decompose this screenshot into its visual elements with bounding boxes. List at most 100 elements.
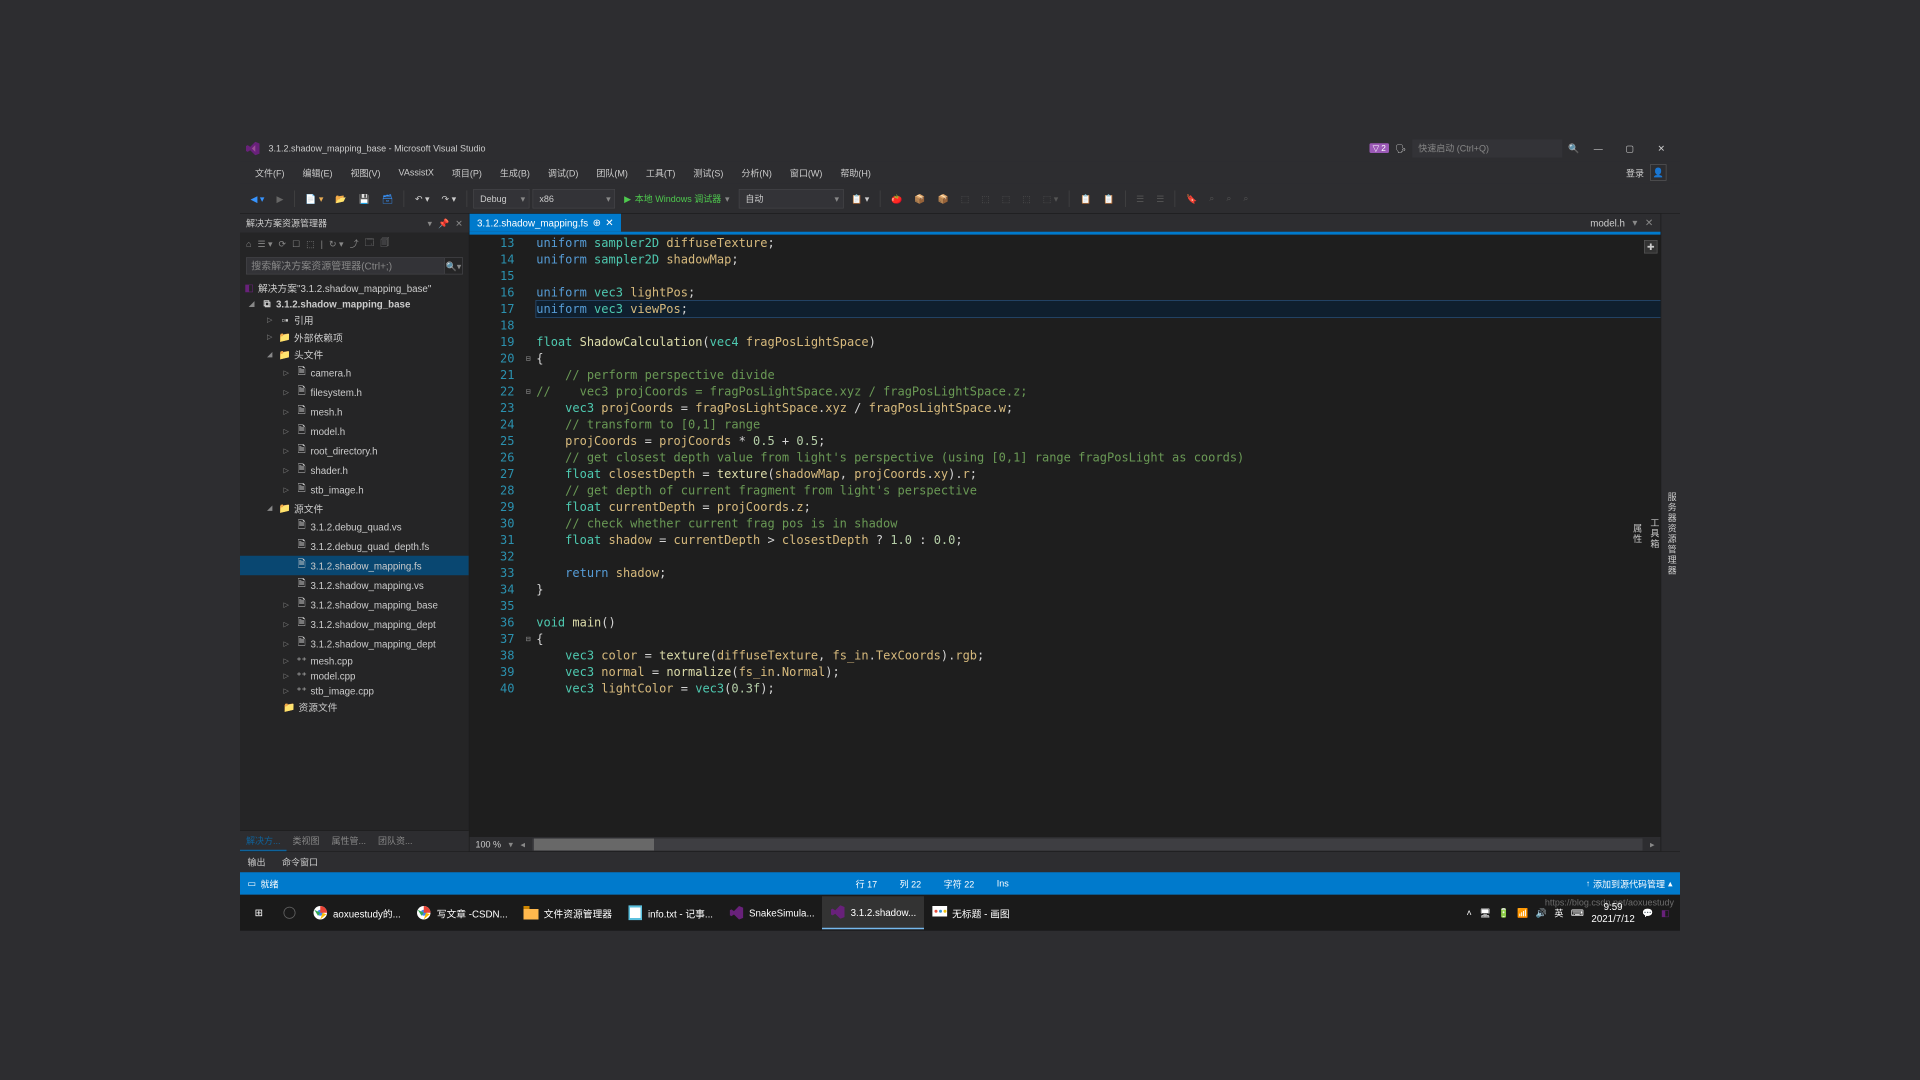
menu-edit[interactable]: 编辑(E) xyxy=(293,163,341,182)
tb-icon-12[interactable]: ☰ xyxy=(1152,190,1169,207)
solution-search-go[interactable]: 🔍▾ xyxy=(445,257,463,274)
nav-context[interactable]: model.h xyxy=(1590,217,1625,228)
headers-node[interactable]: ◢📁头文件 xyxy=(240,346,469,363)
solution-root[interactable]: ◧解决方案"3.1.2.shadow_mapping_base" xyxy=(240,279,469,296)
run-debugger-button[interactable]: ▶本地 Windows 调试器▾ xyxy=(618,191,735,207)
tray-battery-icon[interactable]: 🔋 xyxy=(1498,908,1509,919)
tree-file[interactable]: ▷🗎3.1.2.shadow_mapping_base xyxy=(240,595,469,615)
search-icon[interactable]: 🔍 xyxy=(1568,143,1579,154)
ext-node[interactable]: ▷📁外部依赖项 xyxy=(240,329,469,346)
tree-file[interactable]: ▷🗎stb_image.h xyxy=(240,480,469,500)
menu-test[interactable]: 测试(S) xyxy=(684,163,732,182)
panel-close-icon[interactable]: ✕ xyxy=(455,218,463,229)
side-tab-class[interactable]: 类视图 xyxy=(287,831,326,851)
taskbar-app[interactable]: 文件资源管理器 xyxy=(515,896,619,929)
tb-icon-15[interactable]: ⌕ xyxy=(1239,190,1253,207)
tree-file[interactable]: 🗎3.1.2.shadow_mapping.fs xyxy=(240,556,469,576)
close-button[interactable]: ✕ xyxy=(1649,138,1675,158)
vtab-server[interactable]: 服务器资源管理器 xyxy=(1664,486,1680,582)
tb-icon-5[interactable]: ⬚ xyxy=(977,190,995,207)
user-avatar-icon[interactable]: 👤 xyxy=(1650,164,1667,181)
menu-analyze[interactable]: 分析(N) xyxy=(732,163,781,182)
tray-ime[interactable]: 英 xyxy=(1554,906,1563,919)
maximize-button[interactable]: ▢ xyxy=(1617,138,1643,158)
tree-file[interactable]: ▷🗎root_directory.h xyxy=(240,441,469,461)
tray-keyboard-icon[interactable]: ⌨ xyxy=(1571,908,1584,919)
notification-badge[interactable]: ▽ 2 xyxy=(1370,143,1389,153)
se-home-icon[interactable]: ⌂ xyxy=(246,238,251,249)
sources-node[interactable]: ◢📁源文件 xyxy=(240,500,469,517)
taskbar-app[interactable]: 3.1.2.shadow... xyxy=(822,896,924,929)
tb-icon-9[interactable]: 📋 xyxy=(1076,190,1096,207)
se-icon-8[interactable]: 🗐 xyxy=(380,236,389,252)
tree-file[interactable]: ▷🗎shader.h xyxy=(240,461,469,481)
undo-button[interactable]: ↶ ▾ xyxy=(410,190,434,207)
tree-file[interactable]: ▷🗎model.h xyxy=(240,422,469,442)
feedback-icon[interactable]: 🗣 xyxy=(1395,143,1406,154)
menu-debug[interactable]: 调试(D) xyxy=(539,163,588,182)
tb-icon-1[interactable]: 📋 ▾ xyxy=(847,190,874,207)
solution-search-input[interactable] xyxy=(246,257,445,274)
tb-icon-10[interactable]: 📋 xyxy=(1099,190,1119,207)
tb-bookmark-icon[interactable]: 🔖 xyxy=(1182,190,1202,207)
h-scrollbar[interactable] xyxy=(533,838,1643,850)
se-icon-6[interactable]: ⤴ xyxy=(350,237,359,250)
save-all-button[interactable]: 🗃 xyxy=(377,190,397,207)
tree-file[interactable]: ▷🗎camera.h xyxy=(240,363,469,383)
tb-icon-4[interactable]: ⬚ xyxy=(956,190,974,207)
tree-file[interactable]: ▷🗎3.1.2.shadow_mapping_dept xyxy=(240,614,469,634)
menu-view[interactable]: 视图(V) xyxy=(341,163,389,182)
tray-notifications-icon[interactable]: 💬 xyxy=(1642,908,1653,919)
menu-help[interactable]: 帮助(H) xyxy=(831,163,880,182)
menu-file[interactable]: 文件(F) xyxy=(246,163,293,182)
nav-close-icon[interactable]: ✕ xyxy=(1645,217,1653,229)
se-icon-4[interactable]: ⬚ xyxy=(306,238,315,249)
tb-icon-6[interactable]: ⬚ xyxy=(997,190,1015,207)
tb-icon-8[interactable]: ⬚ ▾ xyxy=(1038,190,1063,207)
tab-pin-icon[interactable]: ⊕ xyxy=(593,217,601,229)
zoom-level[interactable]: 100 % xyxy=(476,839,502,850)
se-icon-3[interactable]: ☐ xyxy=(292,238,300,249)
platform-dropdown[interactable]: x86 xyxy=(533,189,616,209)
nav-back-button[interactable]: ◀ ▾ xyxy=(246,190,269,207)
tb-tomato-icon[interactable]: 🍅 xyxy=(887,190,907,207)
mode-dropdown[interactable]: 自动 xyxy=(739,189,844,209)
tree-file[interactable]: 🗎3.1.2.shadow_mapping.vs xyxy=(240,575,469,595)
tb-icon-7[interactable]: ⬚ xyxy=(1018,190,1036,207)
menu-tools[interactable]: 工具(T) xyxy=(637,163,684,182)
nav-fwd-button[interactable]: ▶ xyxy=(272,190,288,207)
tb-icon-14[interactable]: ⌕ xyxy=(1222,190,1236,207)
save-button[interactable]: 💾 xyxy=(354,190,374,207)
taskbar-app[interactable]: SnakeSimula... xyxy=(720,896,822,929)
panel-dropdown-icon[interactable]: ▾ xyxy=(427,218,432,229)
menu-project[interactable]: 项目(P) xyxy=(443,163,491,182)
vtab-properties[interactable]: 属性 xyxy=(1630,518,1646,551)
se-icon-2[interactable]: ⟳ xyxy=(279,238,287,249)
side-tab-props[interactable]: 属性管... xyxy=(326,831,373,851)
tray-icon-2[interactable]: ◧ xyxy=(1661,908,1670,919)
quick-launch-input[interactable]: 快速启动 (Ctrl+Q) xyxy=(1412,139,1562,157)
source-control-button[interactable]: ↑添加到源代码管理 ▴ xyxy=(1586,877,1673,890)
taskbar-app[interactable]: 写文章 -CSDN... xyxy=(408,896,515,929)
editor-tab[interactable]: 3.1.2.shadow_mapping.fs ⊕ ✕ xyxy=(470,214,621,232)
project-node[interactable]: ◢⧉3.1.2.shadow_mapping_base xyxy=(240,296,469,311)
sign-in-link[interactable]: 登录 xyxy=(1626,166,1644,179)
tree-file[interactable]: ▷🗎3.1.2.shadow_mapping_dept xyxy=(240,634,469,654)
panel-pin-icon[interactable]: 📌 xyxy=(438,218,449,229)
taskbar-app[interactable]: aoxuestudy的... xyxy=(305,896,409,929)
tree-file[interactable]: ▷🗎filesystem.h xyxy=(240,383,469,403)
tray-wifi-icon[interactable]: 📶 xyxy=(1517,908,1528,919)
bottom-tab-command[interactable]: 命令窗口 xyxy=(281,853,320,872)
start-button[interactable]: ⊞ xyxy=(243,896,275,929)
nav-dropdown-icon[interactable]: ▾ xyxy=(1632,217,1637,229)
minimize-button[interactable]: — xyxy=(1586,138,1612,158)
tree-file[interactable]: ▷⁺⁺model.cpp xyxy=(240,668,469,683)
refs-node[interactable]: ▷▫▪引用 xyxy=(240,311,469,328)
tree-file[interactable]: 🗎3.1.2.debug_quad.vs xyxy=(240,517,469,537)
tree-file[interactable]: ▷⁺⁺stb_image.cpp xyxy=(240,683,469,698)
se-icon-7[interactable]: 🗔 xyxy=(365,236,375,252)
side-tab-solution[interactable]: 解决方... xyxy=(240,831,287,851)
zoom-arrow-icon[interactable]: ▾ xyxy=(509,839,514,850)
vtab-toolbox[interactable]: 工具箱 xyxy=(1647,512,1663,556)
taskbar-app[interactable]: info.txt - 记事... xyxy=(619,896,720,929)
